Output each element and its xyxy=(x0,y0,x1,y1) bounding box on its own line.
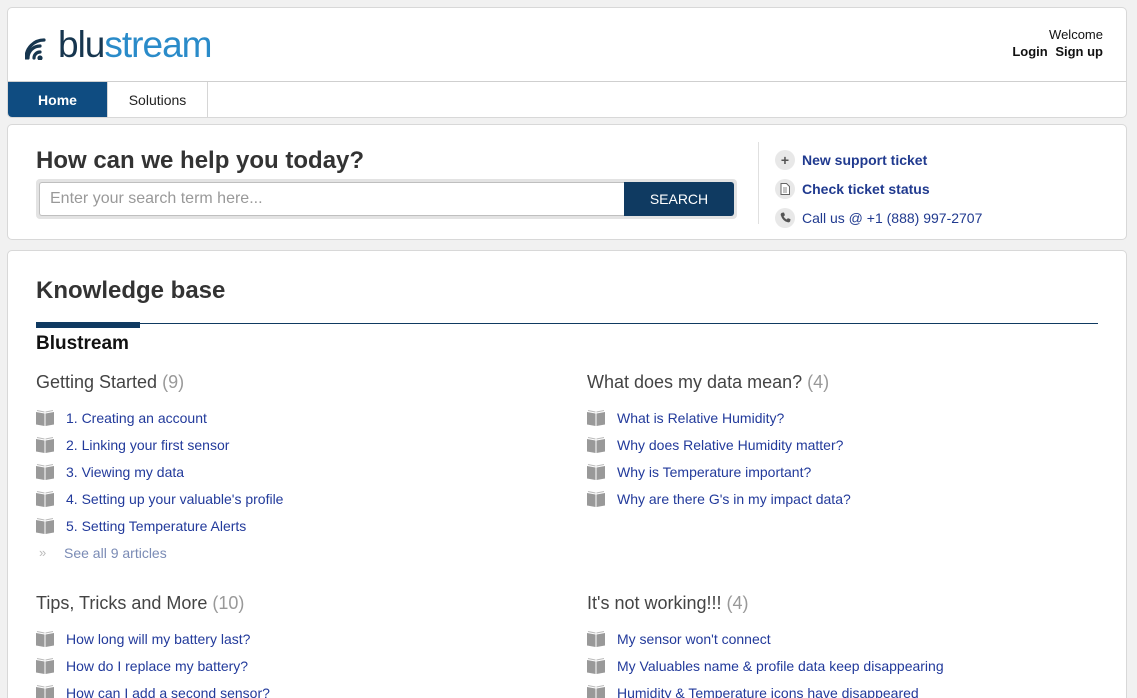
folder-count: (4) xyxy=(807,372,830,392)
article-link[interactable]: 4. Setting up your valuable's profile xyxy=(66,491,283,507)
see-all-link[interactable]: See all 9 articles xyxy=(64,545,167,561)
search-bar: SEARCH xyxy=(36,179,737,219)
main-nav: Home Solutions xyxy=(8,81,1126,117)
new-ticket-action[interactable]: + New support ticket xyxy=(775,145,982,174)
article-item[interactable]: 4. Setting up your valuable's profile xyxy=(36,485,556,512)
book-icon xyxy=(36,436,54,453)
folder-getting-started: Getting Started (9) 1. Creating an accou… xyxy=(36,371,556,566)
book-icon xyxy=(587,463,605,480)
book-icon xyxy=(36,684,54,698)
folder-count: (4) xyxy=(726,593,749,613)
article-item[interactable]: Why is Temperature important? xyxy=(587,458,1107,485)
site-header: blustream Welcome Login Sign up Home Sol… xyxy=(7,7,1127,118)
book-icon xyxy=(587,684,605,698)
book-icon xyxy=(36,657,54,674)
folder-title-text[interactable]: It's not working!!! xyxy=(587,593,722,613)
tab-home[interactable]: Home xyxy=(8,82,108,117)
see-all-articles[interactable]: » See all 9 articles xyxy=(36,539,556,566)
logo-wordmark: blustream xyxy=(58,24,212,65)
article-item[interactable]: How do I replace my battery? xyxy=(36,652,556,679)
article-item[interactable]: How can I add a second sensor? xyxy=(36,679,556,698)
article-link[interactable]: My Valuables name & profile data keep di… xyxy=(617,658,944,674)
tab-solutions[interactable]: Solutions xyxy=(108,82,208,117)
book-icon xyxy=(36,409,54,426)
call-us-action[interactable]: Call us @ +1 (888) 997-2707 xyxy=(775,203,982,232)
vertical-divider xyxy=(758,142,759,224)
signup-link[interactable]: Sign up xyxy=(1055,44,1103,59)
folder-not-working: It's not working!!! (4) My sensor won't … xyxy=(587,592,1107,698)
folder-title[interactable]: Getting Started (9) xyxy=(36,371,556,393)
book-icon xyxy=(587,436,605,453)
book-icon xyxy=(36,630,54,647)
folder-title-text[interactable]: Getting Started xyxy=(36,372,157,392)
book-icon xyxy=(587,409,605,426)
folder-title-text[interactable]: What does my data mean? xyxy=(587,372,802,392)
knowledge-base-panel: Knowledge base Blustream Getting Started… xyxy=(7,250,1127,698)
book-icon xyxy=(587,630,605,647)
article-link[interactable]: Humidity & Temperature icons have disapp… xyxy=(617,685,919,698)
search-input[interactable] xyxy=(39,182,624,216)
article-link[interactable]: What is Relative Humidity? xyxy=(617,410,784,426)
plus-icon: + xyxy=(775,149,795,170)
book-icon xyxy=(587,657,605,674)
article-link[interactable]: 1. Creating an account xyxy=(66,410,207,426)
folder-count: (9) xyxy=(162,372,185,392)
article-link[interactable]: Why does Relative Humidity matter? xyxy=(617,437,843,453)
folder-title[interactable]: Tips, Tricks and More (10) xyxy=(36,592,556,614)
folder-title-text[interactable]: Tips, Tricks and More xyxy=(36,593,207,613)
kb-category-title[interactable]: Blustream xyxy=(36,333,129,355)
article-item[interactable]: Why does Relative Humidity matter? xyxy=(587,431,1107,458)
article-item[interactable]: 2. Linking your first sensor xyxy=(36,431,556,458)
double-chevron-icon: » xyxy=(39,545,47,560)
signal-arcs-icon xyxy=(25,37,46,60)
article-link[interactable]: How can I add a second sensor? xyxy=(66,685,270,698)
new-ticket-link[interactable]: New support ticket xyxy=(802,152,927,168)
article-link[interactable]: 5. Setting Temperature Alerts xyxy=(66,518,246,534)
article-link[interactable]: Why are there G's in my impact data? xyxy=(617,491,851,507)
help-heading: How can we help you today? xyxy=(36,147,365,174)
login-link[interactable]: Login xyxy=(1012,44,1047,59)
article-link[interactable]: How long will my battery last? xyxy=(66,631,250,647)
folder-data-meaning: What does my data mean? (4) What is Rela… xyxy=(587,371,1107,512)
check-status-link[interactable]: Check ticket status xyxy=(802,181,930,197)
kb-divider xyxy=(36,323,1098,324)
folder-title[interactable]: It's not working!!! (4) xyxy=(587,592,1107,614)
article-item[interactable]: How long will my battery last? xyxy=(36,625,556,652)
phone-icon xyxy=(775,207,795,228)
article-link[interactable]: 2. Linking your first sensor xyxy=(66,437,229,453)
welcome-text: Welcome xyxy=(1049,27,1103,42)
support-actions: + New support ticket Check ticket status… xyxy=(775,145,982,232)
user-welcome: Welcome Login Sign up xyxy=(1012,27,1103,59)
article-item[interactable]: 1. Creating an account xyxy=(36,404,556,431)
blustream-logo[interactable]: blustream xyxy=(25,24,212,65)
kb-heading: Knowledge base xyxy=(36,277,226,304)
article-item[interactable]: Humidity & Temperature icons have disapp… xyxy=(587,679,1107,698)
article-item[interactable]: My sensor won't connect xyxy=(587,625,1107,652)
article-item[interactable]: 3. Viewing my data xyxy=(36,458,556,485)
article-link[interactable]: My sensor won't connect xyxy=(617,631,771,647)
folder-count: (10) xyxy=(212,593,245,613)
search-button[interactable]: SEARCH xyxy=(624,182,734,216)
folder-title[interactable]: What does my data mean? (4) xyxy=(587,371,1107,393)
logo-wordmark-stream: stream xyxy=(104,24,212,65)
book-icon xyxy=(36,517,54,534)
help-search-panel: How can we help you today? SEARCH + New … xyxy=(7,124,1127,240)
article-item[interactable]: 5. Setting Temperature Alerts xyxy=(36,512,556,539)
article-item[interactable]: My Valuables name & profile data keep di… xyxy=(587,652,1107,679)
kb-divider-accent xyxy=(36,322,140,328)
article-link[interactable]: How do I replace my battery? xyxy=(66,658,248,674)
check-status-action[interactable]: Check ticket status xyxy=(775,174,982,203)
article-item[interactable]: Why are there G's in my impact data? xyxy=(587,485,1107,512)
folder-tips-tricks: Tips, Tricks and More (10) How long will… xyxy=(36,592,556,698)
article-link[interactable]: Why is Temperature important? xyxy=(617,464,811,480)
logo-wordmark-blu: blu xyxy=(58,24,105,65)
article-item[interactable]: What is Relative Humidity? xyxy=(587,404,1107,431)
article-link[interactable]: 3. Viewing my data xyxy=(66,464,184,480)
book-icon xyxy=(587,490,605,507)
book-icon xyxy=(36,463,54,480)
document-icon xyxy=(775,178,795,199)
book-icon xyxy=(36,490,54,507)
call-us-link[interactable]: Call us @ +1 (888) 997-2707 xyxy=(802,210,982,226)
